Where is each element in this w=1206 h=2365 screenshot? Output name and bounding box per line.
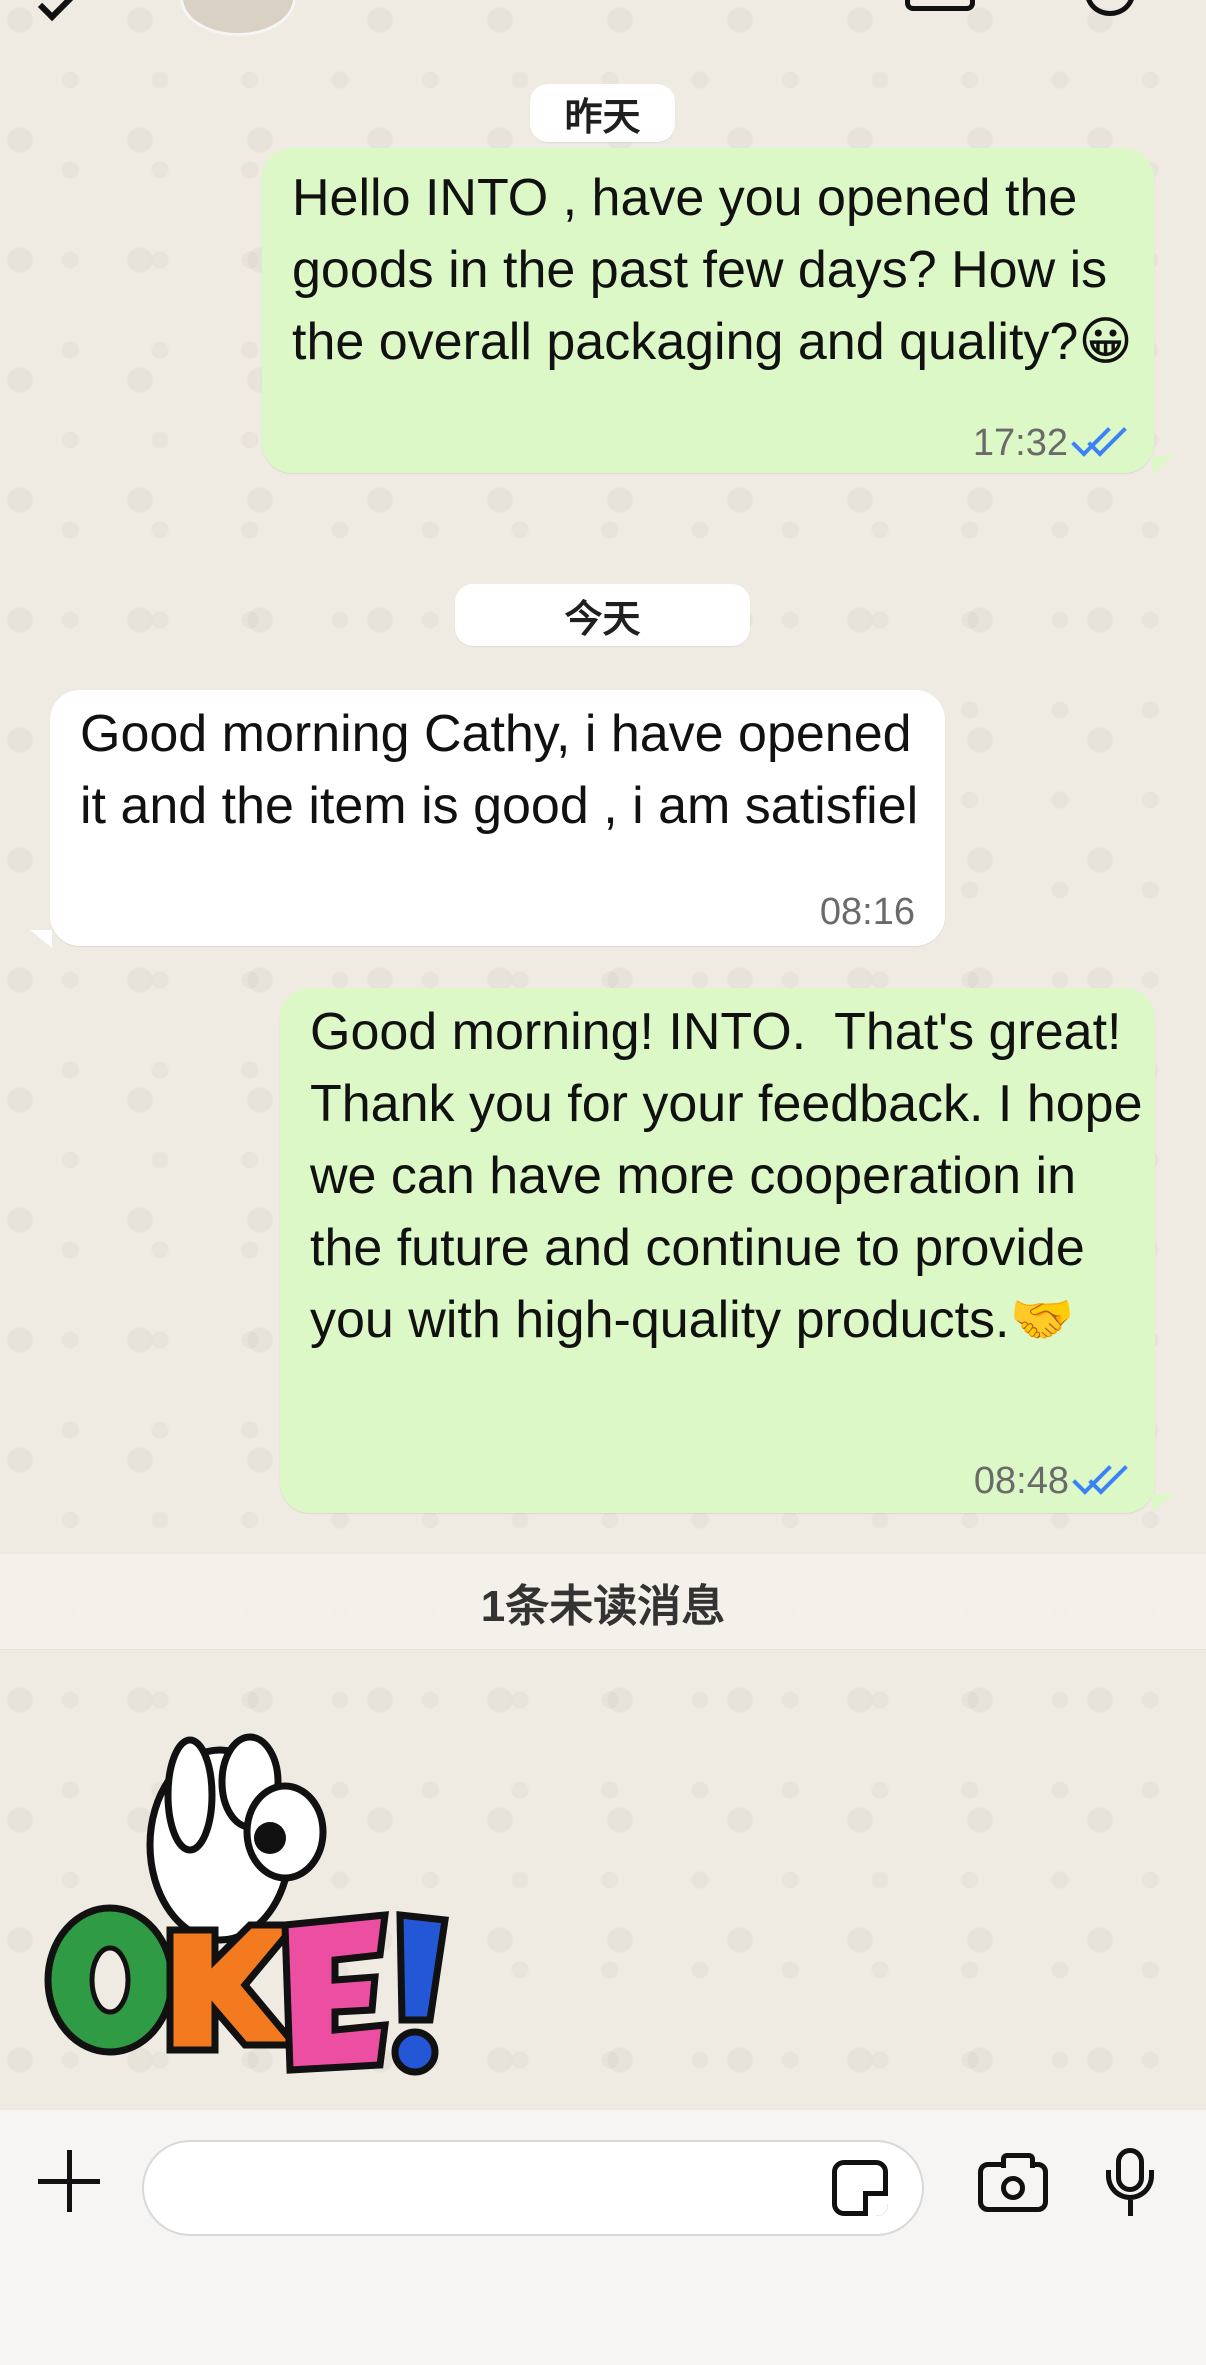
date-separator-yesterday: 昨天 (530, 84, 675, 142)
video-call-icon[interactable] (905, 0, 975, 11)
unread-messages-banner: 1条未读消息 (0, 1554, 1206, 1650)
message-meta: 17:32 (972, 416, 1128, 465)
message-time: 08:16 (819, 891, 915, 933)
sticker-icon[interactable] (832, 2160, 888, 2216)
top-bar-partial (0, 0, 1206, 36)
oke-sticker[interactable] (40, 1720, 460, 2080)
message-text: Good morning Cathy, i have opened it and… (80, 705, 927, 835)
message-bubble-outgoing[interactable]: Hello INTO , have you opened the goods i… (262, 148, 1154, 473)
message-bubble-incoming[interactable]: Good morning Cathy, i have opened it and… (50, 690, 945, 946)
phone-call-icon[interactable] (1085, 0, 1135, 16)
bubble-tail (1152, 1494, 1174, 1512)
back-icon[interactable] (37, 0, 77, 22)
bubble-tail (1152, 456, 1174, 474)
message-bubble-outgoing[interactable]: Good morning! INTO. That's great! Thank … (280, 988, 1155, 1513)
message-text: Good morning! INTO. That's great! Thank … (310, 1003, 1157, 1349)
camera-icon[interactable] (978, 2153, 1048, 2212)
microphone-icon[interactable] (1102, 2148, 1160, 2220)
message-input[interactable] (142, 2140, 924, 2236)
date-separator-today: 今天 (455, 584, 750, 646)
message-meta: 08:48 (973, 1454, 1129, 1503)
plus-icon[interactable] (38, 2150, 100, 2212)
message-time: 08:48 (973, 1460, 1069, 1502)
message-time: 17:32 (972, 422, 1068, 464)
message-text: Hello INTO , have you opened the goods i… (292, 169, 1133, 371)
bubble-tail (30, 930, 52, 948)
double-check-icon (1071, 416, 1128, 462)
message-meta: 08:16 (820, 891, 915, 934)
double-check-icon (1072, 1454, 1129, 1500)
